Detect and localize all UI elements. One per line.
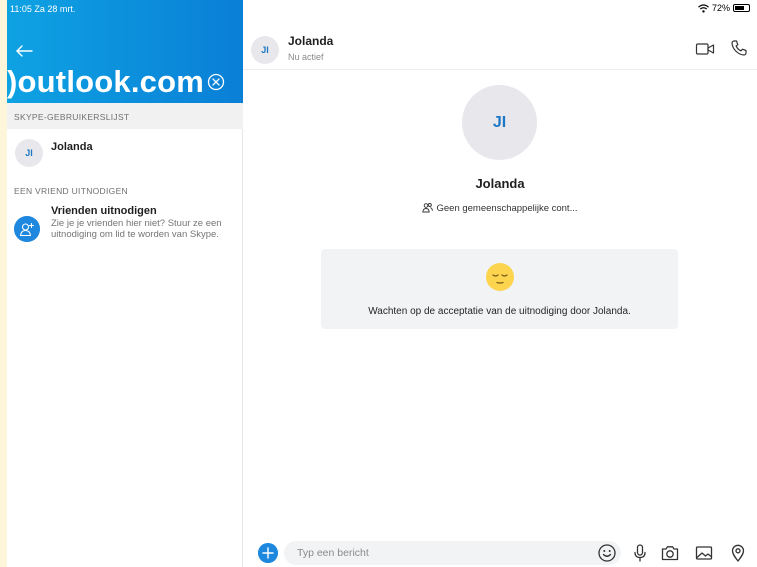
add-contact-icon — [14, 216, 40, 242]
section-header-invite: EEN VRIEND UITNODIGEN — [14, 186, 128, 196]
search-header: 11:05 Za 28 mrt. ⁠)outlook.com — [7, 0, 243, 103]
invite-description: Zie je je vrienden hier niet? Stuur ze e… — [51, 218, 222, 240]
contacts-icon — [422, 203, 434, 213]
profile-name: Jolanda — [475, 176, 525, 191]
video-call-icon[interactable] — [695, 41, 715, 57]
gallery-icon[interactable] — [694, 543, 714, 563]
chat-header: JI Jolanda Nu actief — [243, 28, 757, 70]
header-contact-name[interactable]: Jolanda — [288, 34, 333, 48]
contact-item[interactable]: JI Jolanda — [7, 134, 243, 170]
header-avatar[interactable]: JI — [251, 36, 279, 64]
audio-call-icon[interactable] — [730, 39, 748, 57]
chat-pane: 72% JI Jolanda Nu actief JI Jolanda Geen… — [243, 0, 757, 567]
search-pane: 11:05 Za 28 mrt. ⁠)outlook.com SKYPE-GEB… — [7, 0, 243, 567]
header-contact-status: Nu actief — [288, 52, 324, 62]
emoji-icon[interactable] — [597, 543, 617, 563]
window-edge — [0, 0, 7, 567]
message-composer — [243, 538, 757, 567]
wifi-icon — [698, 3, 709, 13]
clear-search-icon[interactable] — [207, 73, 225, 91]
search-query[interactable]: ⁠)outlook.com — [7, 64, 204, 100]
microphone-icon[interactable] — [630, 543, 650, 563]
mutual-contacts: Geen gemeenschappelijke cont... — [243, 202, 757, 214]
back-arrow-icon[interactable] — [13, 40, 35, 62]
camera-icon[interactable] — [660, 543, 680, 563]
location-icon[interactable] — [728, 543, 748, 563]
status-time-date: 11:05 Za 28 mrt. — [10, 4, 76, 14]
relieved-face-emoji-icon — [486, 263, 514, 291]
avatar: JI — [15, 139, 43, 167]
battery-percent: 72% — [711, 3, 730, 13]
invite-friends-item[interactable]: Vrienden uitnodigen Zie je je vrienden h… — [7, 202, 243, 262]
section-header-users: SKYPE-GEBRUIKERSLIJST — [7, 103, 243, 129]
pending-invite-card: Wachten op de acceptatie van de uitnodig… — [321, 249, 678, 329]
pending-invite-text: Wachten op de acceptatie van de uitnodig… — [368, 306, 631, 317]
add-attachment-button[interactable] — [258, 543, 278, 563]
contact-name: Jolanda — [51, 141, 93, 153]
mutual-contacts-text: Geen gemeenschappelijke cont... — [436, 203, 578, 214]
battery-icon — [733, 4, 750, 12]
message-input[interactable] — [284, 541, 621, 565]
invite-title: Vrienden uitnodigen — [51, 205, 157, 217]
profile-avatar[interactable]: JI — [462, 85, 537, 160]
status-indicators: 72% — [698, 3, 750, 13]
